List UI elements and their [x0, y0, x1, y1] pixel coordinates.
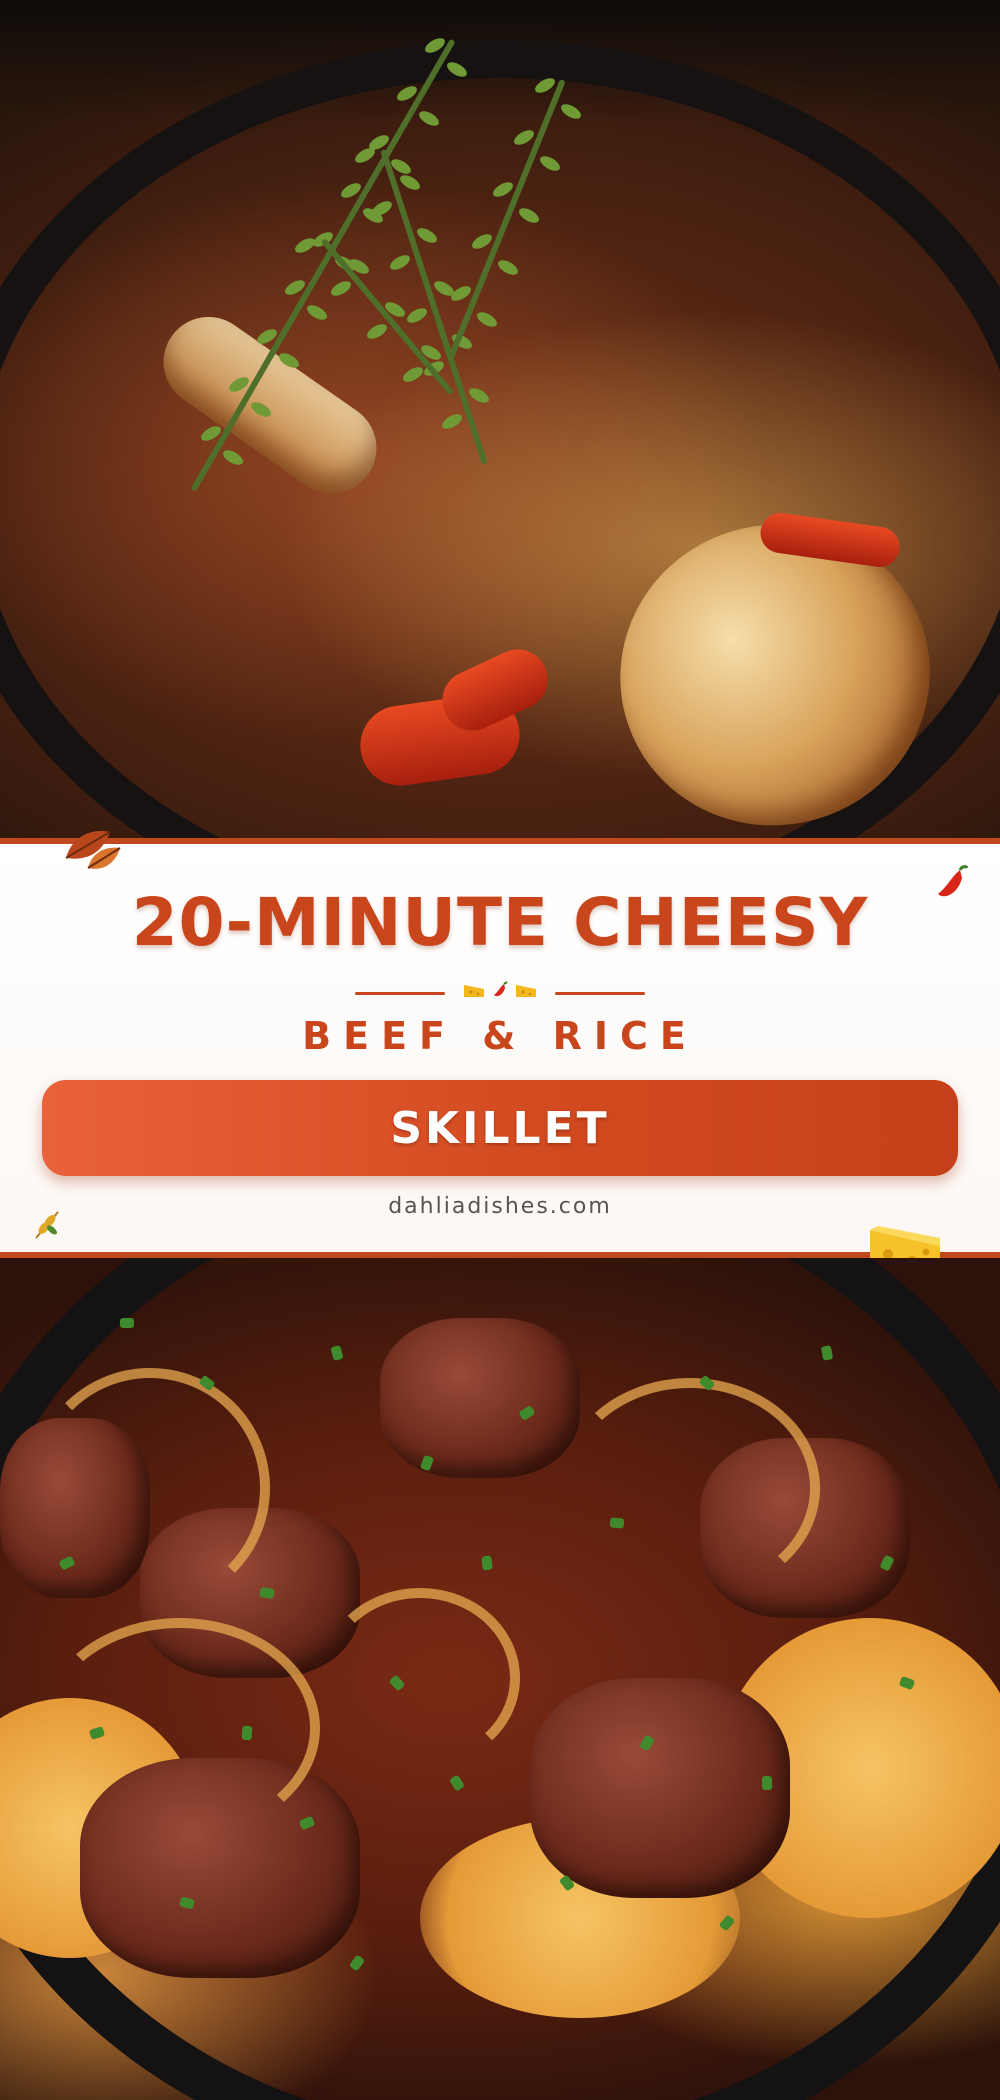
- caramelized-onion: [320, 1588, 520, 1768]
- parsley-fleck: [481, 1555, 493, 1571]
- website-url[interactable]: dahliadishes.com: [0, 1194, 1000, 1219]
- recipe-pin: 20-MINUTE CHEESY BEEF & RICE SKILLET dah…: [0, 0, 1000, 2100]
- parsley-fleck: [120, 1318, 134, 1328]
- beef-chunk: [380, 1318, 580, 1478]
- divider-icons: [463, 981, 536, 1005]
- caramelized-onion: [560, 1378, 820, 1598]
- title-divider: [0, 981, 1000, 1005]
- parsley-fleck: [241, 1725, 253, 1741]
- parsley-fleck: [761, 1775, 773, 1791]
- divider-line: [555, 991, 646, 995]
- cheese-icon: [515, 985, 536, 997]
- divider-line: [354, 991, 445, 995]
- chili-pepper-icon: [494, 981, 508, 997]
- wheat-icon: [35, 1211, 59, 1239]
- autumn-leaf-icon: [65, 831, 121, 869]
- top-food-photo: [0, 0, 1000, 840]
- cheese-icon: [464, 985, 485, 997]
- parsley-fleck: [609, 1517, 625, 1529]
- beef-chunk: [530, 1678, 790, 1898]
- title-banner: 20-MINUTE CHEESY BEEF & RICE SKILLET dah…: [0, 831, 1000, 1274]
- recipe-title: 20-MINUTE CHEESY: [131, 884, 869, 961]
- recipe-subtitle: BEEF & RICE: [302, 1014, 698, 1058]
- caramelized-onion: [40, 1618, 320, 1838]
- pill-label: SKILLET: [390, 1102, 610, 1154]
- skillet-pill: SKILLET: [42, 1080, 958, 1176]
- caramelized-onion: [30, 1368, 270, 1608]
- bottom-food-photo: [0, 1258, 1000, 2100]
